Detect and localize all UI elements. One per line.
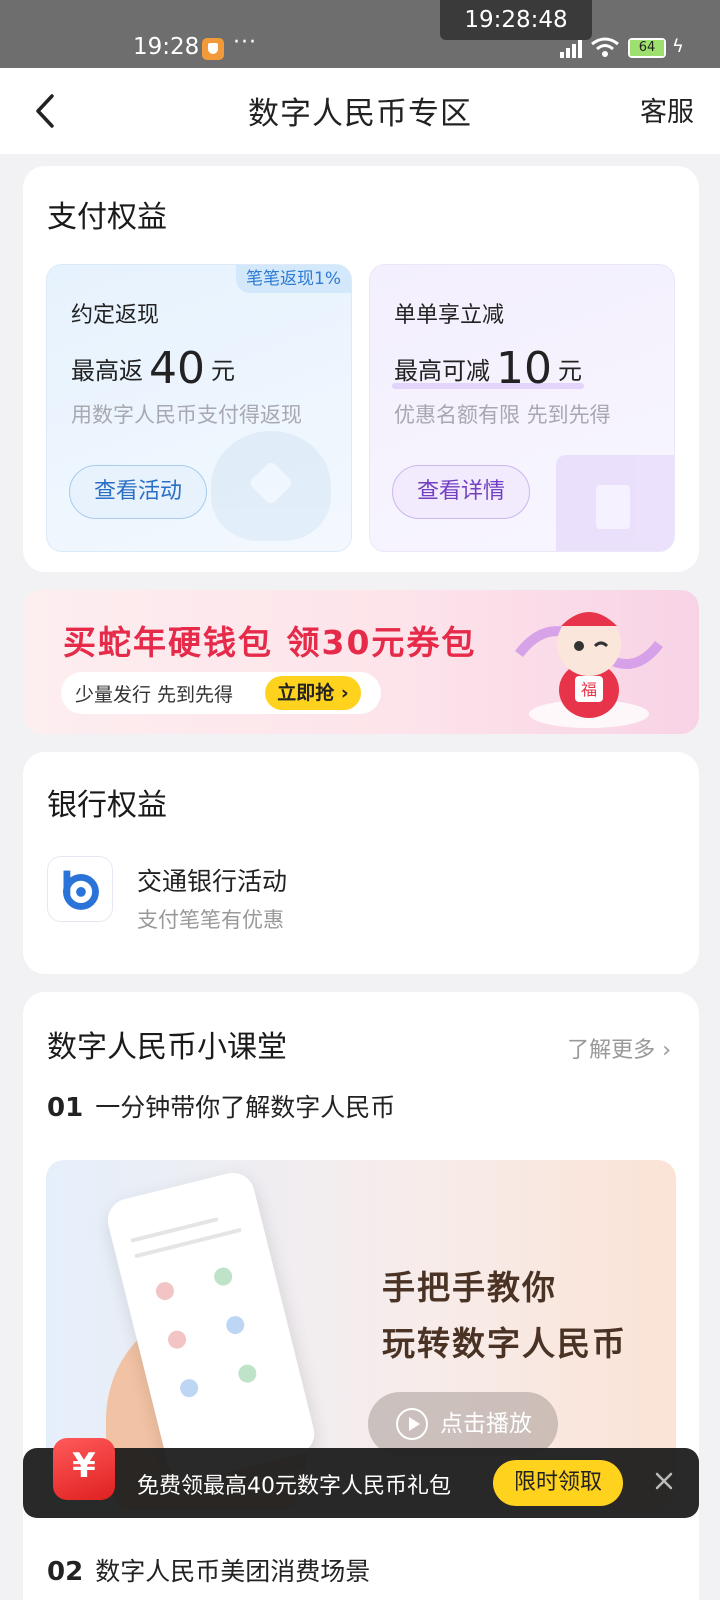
center-clock: 19:28:48 (440, 0, 592, 40)
charging-icon: ϟ (672, 36, 684, 57)
cashback-amount: 最高返 40 元 (71, 343, 235, 394)
lesson-title: 一分钟带你了解数字人民币 (95, 1093, 396, 1122)
money-bag-icon (211, 431, 331, 541)
status-time: 19:28 (133, 34, 200, 60)
signal-icon (552, 38, 582, 58)
learn-more-link[interactable]: 了解更多 › (567, 1032, 671, 1064)
play-icon (396, 1408, 428, 1440)
wifi-icon (591, 37, 619, 57)
bank-benefits-card: 银行权益 交通银行活动 支付笔笔有优惠 (23, 752, 699, 974)
top-nav-bar: 数字人民币专区 客服 (0, 68, 720, 154)
snake-mascot-image: 福 (515, 612, 663, 728)
lesson-number: 02 (47, 1557, 84, 1587)
svg-text:福: 福 (581, 680, 597, 699)
cashback-name: 约定返现 (71, 303, 160, 328)
status-bar: 19:28 ··· 19:28:48 64 ϟ (0, 0, 720, 68)
toast-text: 免费领最高40元数字人民币礼包 (137, 1474, 451, 1499)
promo-banner[interactable]: 买蛇年硬钱包 领30元券包 少量发行 先到先得 立即抢 › 福 (23, 590, 699, 734)
classroom-title: 数字人民币小课堂 (47, 1030, 287, 1065)
notification-app-icon (202, 38, 224, 60)
pay-benefits-card: 支付权益 笔笔返现1% 约定返现 最高返 40 元 用数字人民币支付得返现 查看活动… (23, 166, 699, 572)
view-details-button[interactable]: 查看详情 (392, 465, 530, 519)
chevron-right-icon: › (662, 1038, 671, 1063)
grab-now-button[interactable]: 立即抢 › (265, 676, 361, 710)
discount-name: 单单享立减 (394, 303, 505, 328)
page-title: 数字人民币专区 (248, 96, 472, 132)
play-button[interactable]: 点击播放 (368, 1392, 558, 1456)
battery-icon: 64 (628, 38, 666, 58)
banner-subtitle: 少量发行 先到先得 (75, 684, 234, 706)
cashback-benefit[interactable]: 笔笔返现1% 约定返现 最高返 40 元 用数字人民币支付得返现 查看活动 (46, 264, 352, 552)
lesson-item[interactable]: 02 数字人民币美团消费场景 (47, 1552, 370, 1588)
lesson-number: 01 (47, 1093, 84, 1123)
cashback-desc: 用数字人民币支付得返现 (71, 403, 302, 427)
claim-now-button[interactable]: 限时领取 (493, 1460, 623, 1506)
cashback-tag: 笔笔返现1% (236, 265, 351, 293)
lesson-title: 数字人民币美团消费场景 (95, 1557, 371, 1586)
discount-desc: 优惠名额有限 先到先得 (394, 403, 611, 427)
banner-title: 买蛇年硬钱包 领30元券包 (63, 623, 477, 662)
gift-promo-toast: 免费领最高40元数字人民币礼包 限时领取 (23, 1438, 699, 1518)
bank-activity-desc: 支付笔笔有优惠 (137, 908, 284, 932)
close-icon[interactable] (649, 1466, 679, 1496)
video-headline: 手把手教你 玩转数字人民币 (382, 1268, 627, 1363)
discount-benefit[interactable]: 单单享立减 最高可减 10 元 优惠名额有限 先到先得 查看详情 (369, 264, 675, 552)
digital-rmb-icon (53, 1438, 115, 1500)
more-notifications-icon: ··· (233, 30, 257, 55)
bank-activity-name: 交通银行活动 (137, 867, 288, 896)
gift-box-icon (556, 455, 674, 551)
discount-amount: 最高可减 10 元 (394, 343, 582, 394)
view-activity-button[interactable]: 查看活动 (69, 465, 207, 519)
bank-benefits-title: 银行权益 (47, 788, 167, 823)
customer-service-button[interactable]: 客服 (640, 90, 694, 129)
lesson-item[interactable]: 01 一分钟带你了解数字人民币 (47, 1088, 395, 1124)
pay-benefits-title: 支付权益 (47, 200, 167, 235)
bank-of-communications-logo-icon (47, 856, 113, 922)
